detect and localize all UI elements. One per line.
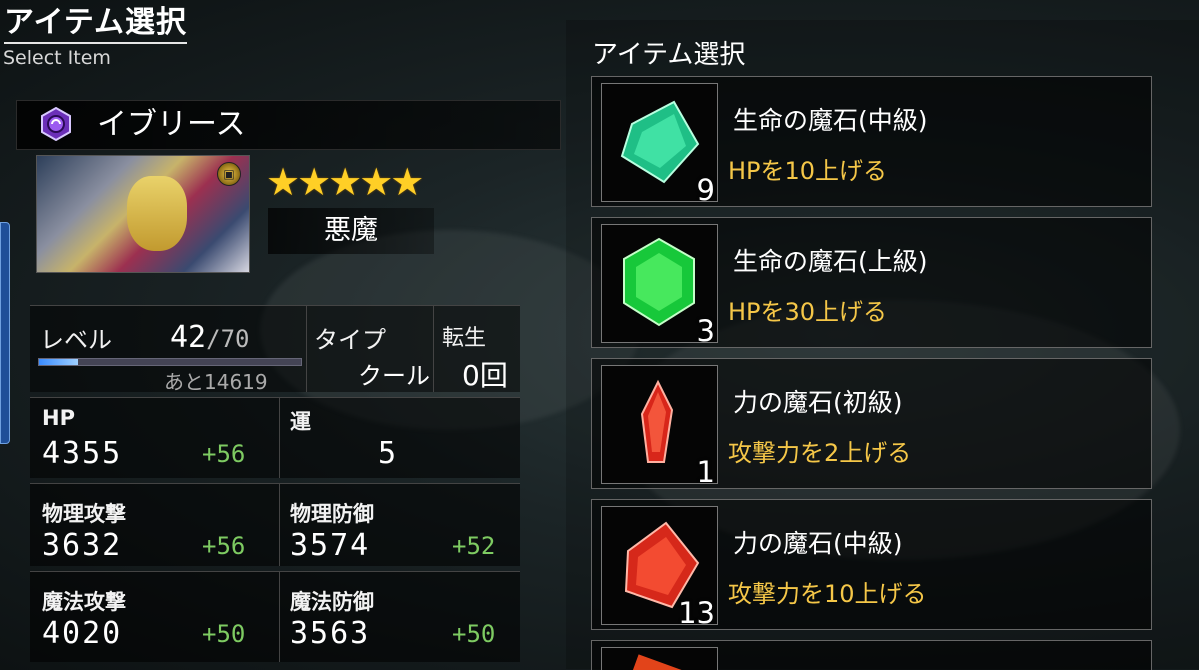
item-count: 13 (678, 596, 715, 625)
character-race: 悪魔 (268, 208, 434, 254)
physical-row: 物理攻撃 3632 +56 物理防御 3574 +52 (30, 483, 520, 566)
life-stone-high-icon: 3 (601, 224, 718, 343)
page-subtitle: Select Item (3, 47, 111, 69)
item-name: 力の魔石(初級) (733, 388, 903, 417)
character-name: イブリース (97, 107, 246, 142)
power-stone-mid-icon: 13 (601, 506, 718, 625)
luck-value: 5 (378, 436, 399, 471)
type-value: クール (358, 362, 430, 390)
divider (433, 306, 434, 392)
exp-bar (38, 358, 302, 366)
item-card[interactable]: 13 力の魔石(中級) 攻撃力を10上げる (591, 499, 1152, 630)
phys-atk-label: 物理攻撃 (42, 502, 126, 526)
level-value: 42/70 (170, 320, 249, 355)
item-card[interactable]: 1 力の魔石(初級) 攻撃力を2上げる (591, 358, 1152, 489)
rarity-stars: ★★★★★ (266, 160, 424, 204)
lock-icon: ▣ (217, 162, 241, 186)
dark-element-icon (41, 107, 71, 141)
mag-atk-label: 魔法攻撃 (42, 590, 126, 614)
item-count: 1 (696, 455, 715, 484)
item-name: 力の魔石(中級) (733, 529, 903, 558)
item-description: 攻撃力を2上げる (728, 439, 912, 467)
item-panel-title: アイテム選択 (592, 40, 746, 70)
character-name-bar: イブリース (16, 100, 561, 150)
rebirth-label: 転生 (442, 326, 487, 351)
mag-def-value: 3563 (290, 616, 371, 651)
item-description: 攻撃力を10上げる (728, 580, 927, 608)
item-count: 9 (696, 173, 715, 202)
partial-gem-icon (601, 647, 718, 670)
mag-atk-bonus: +50 (202, 620, 246, 648)
divider (279, 484, 280, 566)
item-card[interactable]: 3 生命の魔石(上級) HPを30上げる (591, 217, 1152, 348)
phys-atk-bonus: +56 (202, 532, 246, 560)
item-card-partial[interactable] (591, 640, 1152, 670)
level-current: 42 (170, 320, 207, 355)
hp-value: 4355 (42, 436, 123, 471)
type-label: タイプ (314, 326, 386, 354)
magic-row: 魔法攻撃 4020 +50 魔法防御 3563 +50 (30, 571, 520, 662)
hp-row: HP 4355 +56 運 5 (30, 397, 520, 478)
item-name: 生命の魔石(上級) (733, 247, 928, 276)
exp-bar-fill (39, 359, 79, 365)
divider (279, 572, 280, 662)
item-card[interactable]: 9 生命の魔石(中級) HPを10上げる (591, 76, 1152, 207)
hp-label: HP (42, 406, 75, 430)
mag-atk-value: 4020 (42, 616, 123, 651)
side-tab[interactable] (0, 222, 10, 444)
phys-def-label: 物理防御 (290, 502, 374, 526)
hp-bonus: +56 (202, 440, 246, 468)
phys-def-bonus: +52 (452, 532, 496, 560)
character-portrait[interactable]: ▣ (36, 155, 250, 273)
item-count: 3 (696, 314, 715, 343)
divider (306, 306, 307, 392)
portrait-figure (127, 176, 187, 251)
power-stone-low-icon: 1 (601, 365, 718, 484)
level-label: レベル (40, 326, 112, 354)
page-title: アイテム選択 (4, 4, 187, 44)
item-description: HPを10上げる (728, 157, 888, 185)
phys-atk-value: 3632 (42, 528, 123, 563)
level-row: レベル 42/70 あと14619 タイプ クール 転生 0回 (30, 305, 520, 394)
item-name: 生命の魔石(中級) (733, 106, 928, 135)
mag-def-bonus: +50 (452, 620, 496, 648)
level-max: /70 (206, 325, 250, 353)
rebirth-value: 0回 (462, 359, 508, 392)
divider (279, 398, 280, 478)
mag-def-label: 魔法防御 (290, 590, 374, 614)
exp-remaining: あと14619 (164, 370, 268, 394)
life-stone-mid-icon: 9 (601, 83, 718, 202)
phys-def-value: 3574 (290, 528, 371, 563)
item-description: HPを30上げる (728, 298, 888, 326)
stats-panel: レベル 42/70 あと14619 タイプ クール 転生 0回 HP 4355 … (30, 305, 520, 665)
luck-label: 運 (290, 410, 311, 434)
